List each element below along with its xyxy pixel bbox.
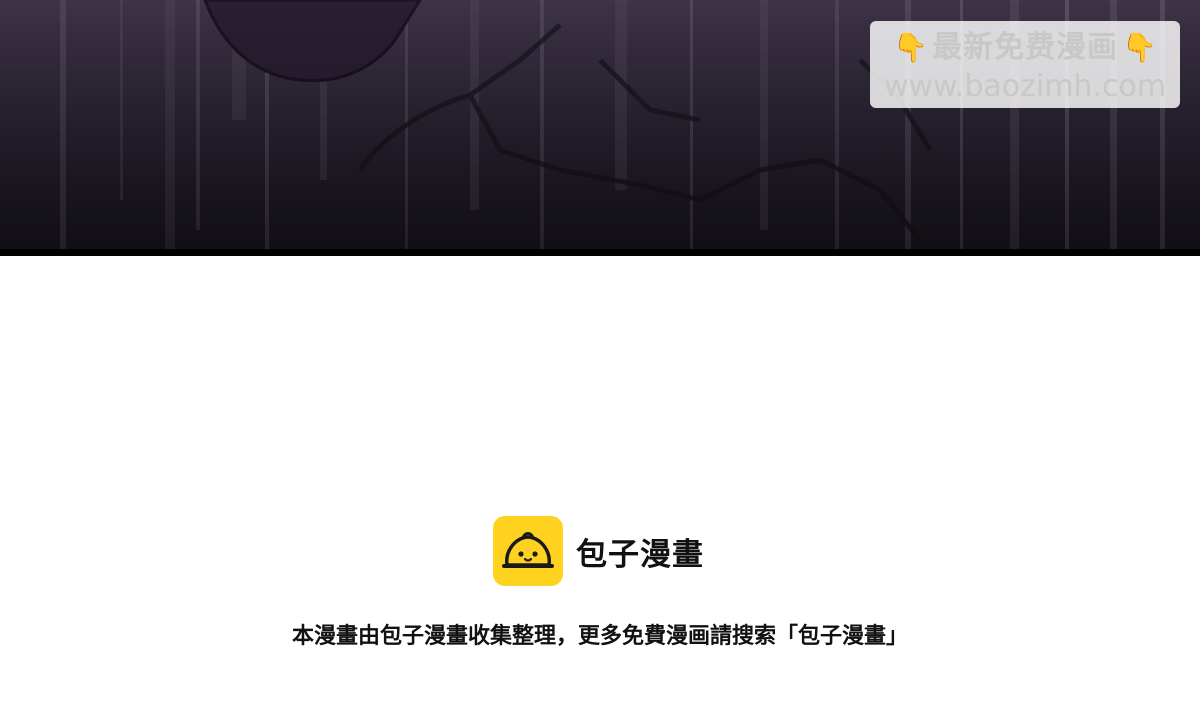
comic-page: 👇 最新免费漫画 👇 www.baozimh.com 包子漫畫 本漫畫由包子漫畫… [0, 0, 1200, 727]
pointing-down-hand-icon: 👇 [1122, 31, 1157, 64]
brand-block: 包子漫畫 [493, 516, 704, 586]
source-notice: 本漫畫由包子漫畫收集整理，更多免費漫画請搜索「包子漫畫」 [291, 624, 908, 649]
watermark: 👇 最新免费漫画 👇 www.baozimh.com [870, 21, 1180, 108]
brand-name: 包子漫畫 [576, 536, 704, 573]
panel-border [0, 249, 1200, 256]
watermark-url: www.baozimh.com [883, 69, 1167, 104]
pointing-down-hand-icon: 👇 [893, 31, 928, 64]
baozi-bun-logo-icon [493, 516, 563, 586]
watermark-title: 最新免费漫画 [932, 30, 1118, 65]
watermark-title-row: 👇 最新免费漫画 👇 [870, 30, 1180, 66]
